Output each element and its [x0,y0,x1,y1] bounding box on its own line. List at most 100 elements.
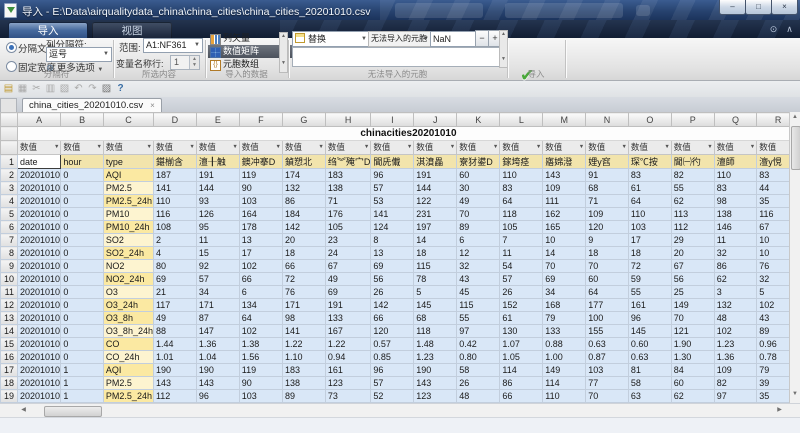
column-type-cell[interactable]: ▼数值 [196,141,239,155]
value-cell[interactable]: 96 [196,390,239,403]
value-cell[interactable]: 56 [671,273,714,286]
value-cell[interactable]: 32 [457,260,500,273]
value-cell[interactable]: 176 [325,208,371,221]
value-cell[interactable]: 91 [586,169,629,182]
row-header[interactable]: 1 [1,155,18,169]
column-header[interactable]: Q [714,113,757,127]
value-cell[interactable]: 61 [500,312,543,325]
value-cell[interactable]: 120 [586,221,629,234]
help-icon[interactable]: ? [114,82,127,95]
date-cell[interactable]: 20201010 [17,338,60,351]
column-header[interactable]: J [414,113,457,127]
value-cell[interactable]: 118 [414,325,457,338]
row-header[interactable]: 13 [1,312,18,325]
column-type-cell[interactable]: ▼数值 [714,141,757,155]
hour-cell[interactable]: 0 [61,221,104,234]
value-cell[interactable]: 3 [714,286,757,299]
column-type-cell[interactable]: ▼数值 [457,141,500,155]
replacement-value-input[interactable]: NaN [430,31,476,47]
value-cell[interactable]: 119 [239,169,282,182]
value-cell[interactable]: 0.88 [543,338,586,351]
value-cell[interactable]: 110 [714,169,757,182]
value-cell[interactable]: 161 [628,299,671,312]
dropdown-arrow-icon[interactable]: ▼ [493,141,498,154]
value-cell[interactable]: 72 [282,273,325,286]
value-cell[interactable]: 1.48 [414,338,457,351]
row-header[interactable]: 18 [1,377,18,390]
value-cell[interactable]: 132 [714,299,757,312]
value-cell[interactable]: 83 [500,182,543,195]
value-cell[interactable]: 80 [153,260,196,273]
value-cell[interactable]: 105 [325,221,371,234]
value-cell[interactable]: 71 [586,195,629,208]
row-header[interactable]: 7 [1,234,18,247]
value-cell[interactable]: 56 [371,273,414,286]
value-cell[interactable]: 57 [371,182,414,195]
value-cell[interactable]: 178 [239,221,282,234]
row-header[interactable]: 10 [1,273,18,286]
value-cell[interactable]: 11 [714,234,757,247]
value-cell[interactable]: 15 [196,247,239,260]
date-cell[interactable]: 20201010 [17,169,60,182]
value-cell[interactable]: 155 [586,325,629,338]
column-header[interactable]: G [282,113,325,127]
date-cell[interactable]: 20201010 [17,325,60,338]
replace-rules-listbox[interactable] [292,47,500,67]
scroll-right-icon[interactable]: ▶ [773,406,786,415]
value-cell[interactable]: 57 [500,273,543,286]
type-cell[interactable]: O3 [103,286,153,299]
value-cell[interactable]: 1.10 [282,351,325,364]
hour-cell[interactable]: 0 [61,338,104,351]
ribbon-help-icon[interactable]: ⊙ [767,23,780,35]
value-cell[interactable]: 32 [714,247,757,260]
value-cell[interactable]: 0.85 [371,351,414,364]
value-cell[interactable]: 81 [628,364,671,377]
value-cell[interactable]: 184 [282,208,325,221]
value-cell[interactable]: 58 [457,364,500,377]
row-header[interactable]: 14 [1,325,18,338]
value-cell[interactable]: 21 [153,286,196,299]
value-cell[interactable]: 134 [239,299,282,312]
value-cell[interactable]: 177 [586,299,629,312]
value-cell[interactable]: 0.60 [628,338,671,351]
value-cell[interactable]: 183 [282,364,325,377]
value-cell[interactable]: 66 [282,260,325,273]
value-cell[interactable]: 183 [325,169,371,182]
type-cell[interactable]: PM2.5 [103,377,153,390]
header-cell[interactable]: 澶師 [714,155,757,169]
value-cell[interactable]: 79 [543,312,586,325]
column-type-cell[interactable]: ▼数值 [586,141,629,155]
value-cell[interactable]: 95 [196,221,239,234]
date-cell[interactable]: 20201010 [17,351,60,364]
value-cell[interactable]: 26 [457,377,500,390]
remove-rule-button[interactable]: − [475,30,489,47]
value-cell[interactable]: 84 [671,364,714,377]
value-cell[interactable]: 86 [500,377,543,390]
value-cell[interactable]: 8 [371,234,414,247]
value-cell[interactable]: 143 [414,377,457,390]
type-cell[interactable]: PM2.5_24h [103,195,153,208]
value-cell[interactable]: 54 [500,260,543,273]
value-cell[interactable]: 89 [282,390,325,403]
value-cell[interactable]: 109 [714,364,757,377]
type-cell[interactable]: AQI [103,364,153,377]
type-cell[interactable]: AQI [103,169,153,182]
column-header[interactable]: C [103,113,153,127]
value-cell[interactable]: 18 [414,247,457,260]
dropdown-arrow-icon[interactable]: ▼ [54,141,59,154]
value-cell[interactable]: 122 [414,195,457,208]
value-cell[interactable]: 26 [371,286,414,299]
column-header[interactable]: B [61,113,104,127]
value-cell[interactable]: 133 [325,312,371,325]
dropdown-arrow-icon[interactable]: ▼ [664,141,669,154]
value-cell[interactable]: 82 [714,377,757,390]
date-cell[interactable]: 20201010 [17,377,60,390]
type-cell[interactable]: PM10_24h [103,221,153,234]
column-type-cell[interactable]: ▼数值 [153,141,196,155]
value-cell[interactable]: 121 [671,325,714,338]
value-cell[interactable]: 142 [371,299,414,312]
header-cell[interactable]: 娌у窞 [586,155,629,169]
value-cell[interactable]: 78 [414,273,457,286]
value-cell[interactable]: 34 [543,286,586,299]
value-cell[interactable]: 83 [714,182,757,195]
